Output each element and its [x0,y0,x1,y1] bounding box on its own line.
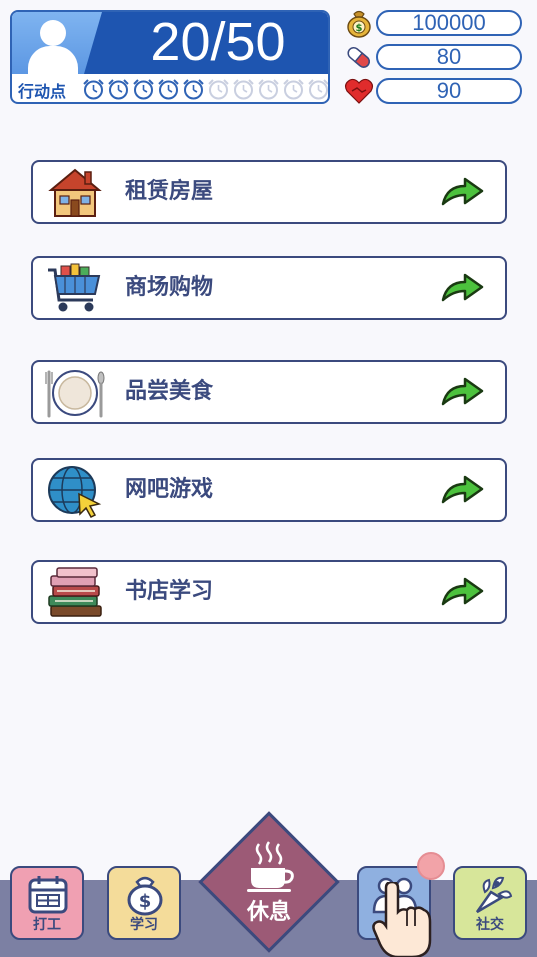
menu-item-internet-cafe[interactable]: 网吧游戏 [31,458,507,522]
arrow-right-icon [441,177,484,206]
alarm-clock-icon-active [183,79,204,100]
alarm-clock-icon-active [158,79,179,100]
house-icon [48,168,102,217]
money-value: 100000 [376,10,522,36]
coffee-cup-icon [247,841,294,892]
svg-text:$: $ [356,23,363,34]
action-point-clocks [82,78,328,100]
alarm-clock-icon-inactive [258,79,279,100]
nav-work-label: 打工 [33,917,61,933]
nav-rest-label: 休息 [246,900,291,925]
menu-item-label: 品尝美食 [125,379,214,404]
flower-bouquet-icon [475,876,513,914]
health-value: 80 [376,44,522,70]
arrow-right-icon [441,475,484,504]
health-stat: 80 [344,42,522,72]
menu-item-shopping[interactable]: 商场购物 [31,256,507,320]
menu-item-food[interactable]: 品尝美食 [31,360,507,424]
nav-study-button[interactable]: $ 学习 [107,866,181,940]
action-points-label: 行动点 [18,82,67,101]
alarm-clock-icon-inactive [233,79,254,100]
alarm-clock-icon-inactive [208,79,229,100]
books-icon [48,567,102,617]
svg-text:$: $ [139,891,152,912]
nav-study-label: 学习 [130,917,158,933]
arrow-right-icon [441,273,484,302]
menu-item-label: 网吧游戏 [125,477,214,502]
player-panel: 20/50 行动点 [10,10,330,104]
mood-stat: 90 [344,76,522,106]
shopping-cart-icon [48,263,101,312]
arrow-right-icon [441,577,484,606]
menu-item-label: 书店学习 [125,579,214,604]
menu-item-rent-house[interactable]: 租赁房屋 [31,160,507,224]
alarm-clock-icon-inactive [308,79,328,100]
heart-handshake-icon [344,78,374,104]
arrow-right-icon [441,377,484,406]
money-bag-icon: $ [347,10,371,38]
calendar-icon [28,876,68,914]
alarm-clock-icon-active [133,79,154,100]
nav-work-button[interactable]: 打工 [10,866,84,940]
menu-item-label: 租赁房屋 [125,179,214,204]
alarm-clock-icon-active [83,79,104,100]
nav-rest-button[interactable]: 休息 [219,836,319,936]
pill-icon [347,46,370,68]
money-stat: $ 100000 [344,8,522,38]
nav-social-label: 社交 [476,917,504,933]
menu-item-label: 商场购物 [125,275,214,300]
nav-social-button[interactable]: 社交 [453,866,527,940]
notification-badge [417,852,445,880]
alarm-clock-icon-inactive [283,79,304,100]
alarm-clock-icon-active [108,79,129,100]
mood-value: 90 [376,78,522,104]
globe-cursor-icon [48,466,102,518]
plate-icon [45,370,105,418]
money-bag-icon: $ [127,876,163,916]
menu-item-bookstore[interactable]: 书店学习 [31,560,507,624]
pointing-hand-icon [372,882,432,957]
action-points-value: 20/50 [150,12,286,72]
